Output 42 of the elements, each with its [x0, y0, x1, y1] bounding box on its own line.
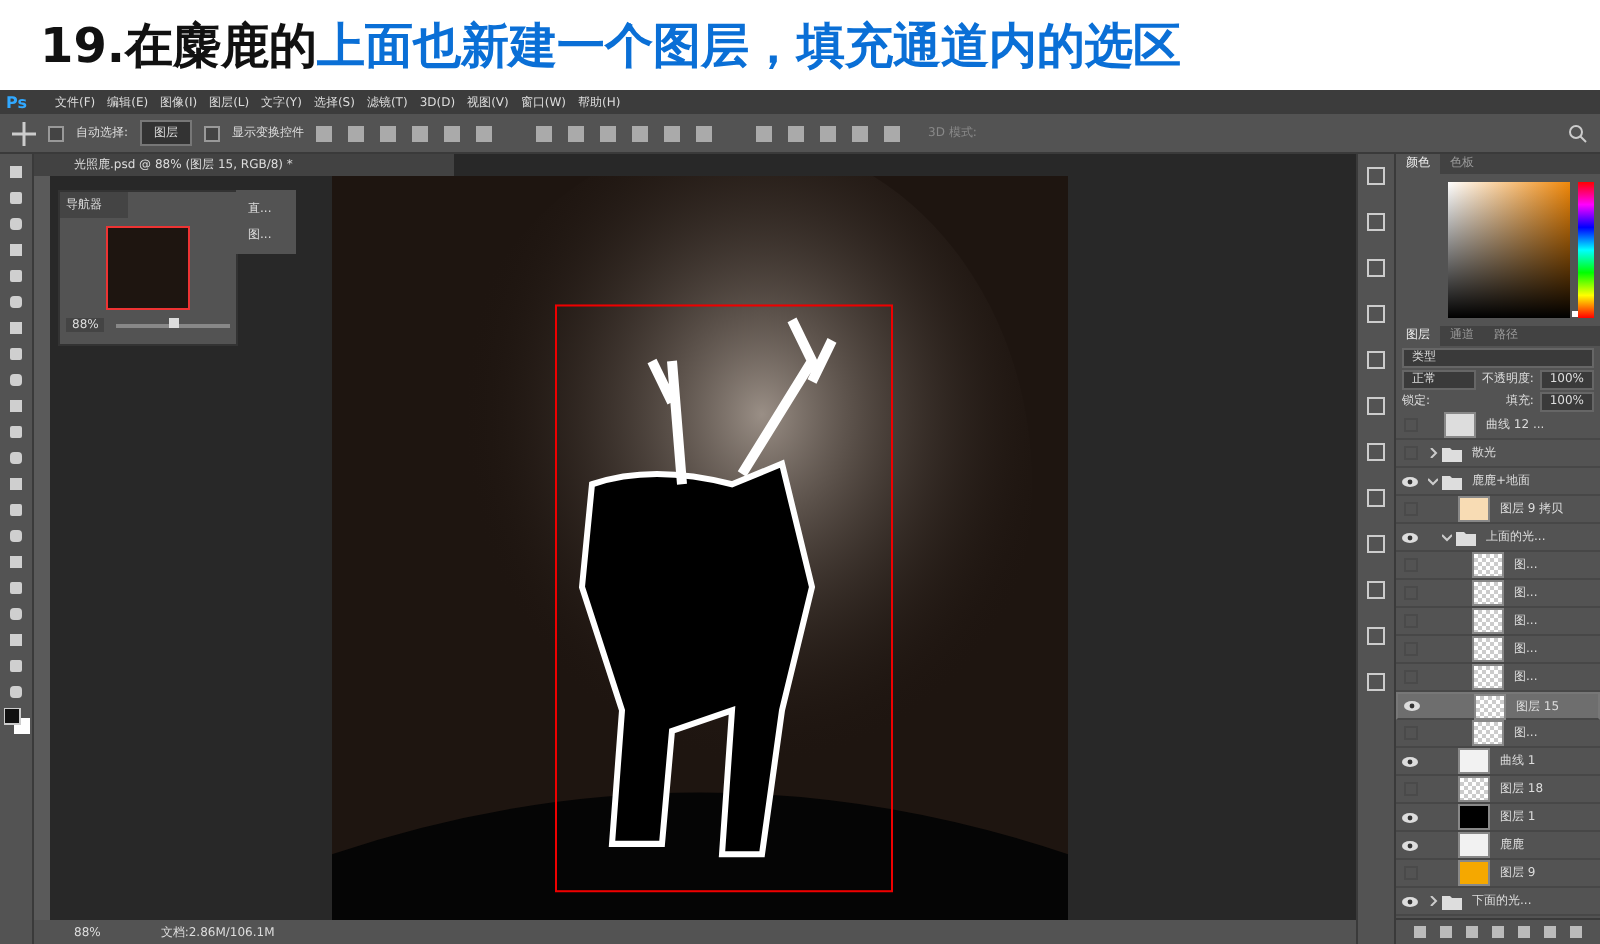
panel-icon[interactable] [1366, 488, 1386, 508]
panel-icon[interactable] [1366, 442, 1386, 462]
caret-icon[interactable] [1428, 476, 1438, 486]
panel-icon[interactable] [1366, 166, 1386, 186]
panel-icon[interactable] [1366, 212, 1386, 232]
layer-thumbnail [1472, 636, 1504, 662]
panel-icon[interactable] [1366, 258, 1386, 278]
panel-icon[interactable] [1366, 350, 1386, 370]
eye-icon[interactable] [1402, 839, 1418, 851]
eye-icon[interactable] [1402, 895, 1418, 907]
navigator-preview-drawing [106, 226, 190, 310]
color-swatches-icon[interactable] [3, 708, 29, 734]
caret-icon[interactable] [1428, 448, 1438, 458]
layer-thumbnail [1472, 720, 1504, 746]
checkbox[interactable] [204, 125, 221, 141]
panel-icon[interactable] [1366, 626, 1386, 646]
panel-icon[interactable] [1366, 672, 1386, 692]
eye-icon[interactable] [1404, 700, 1420, 712]
checkbox[interactable] [48, 125, 64, 141]
caret-icon[interactable] [1428, 896, 1438, 906]
eye-icon[interactable] [1402, 755, 1418, 767]
panel-icon[interactable] [1366, 580, 1386, 600]
layer-thumbnail [1458, 776, 1490, 802]
caret-icon[interactable] [1442, 532, 1452, 542]
color-picker[interactable] [1448, 182, 1570, 318]
app-logo: Ps [6, 93, 27, 111]
folder-icon [1442, 893, 1462, 909]
eye-icon[interactable] [1402, 811, 1418, 823]
layer-thumbnail [1472, 664, 1504, 690]
hue-slider[interactable] [1578, 182, 1594, 318]
page-title: 19.在麋鹿的上面也新建一个图层，填充通道内的选区 [0, 0, 1600, 90]
layer-thumbnail [1472, 580, 1504, 606]
panel-icon[interactable] [1366, 304, 1386, 324]
eye-icon[interactable] [1402, 475, 1418, 487]
layer-thumbnail [1474, 693, 1506, 719]
folder-icon [1456, 529, 1476, 545]
search-icon[interactable] [1568, 123, 1588, 143]
panel-icon[interactable] [1366, 396, 1386, 416]
layer-thumbnail [1472, 608, 1504, 634]
layer-thumbnail [1472, 552, 1504, 578]
panel-icon[interactable] [1366, 534, 1386, 554]
eye-icon[interactable] [1402, 531, 1418, 543]
